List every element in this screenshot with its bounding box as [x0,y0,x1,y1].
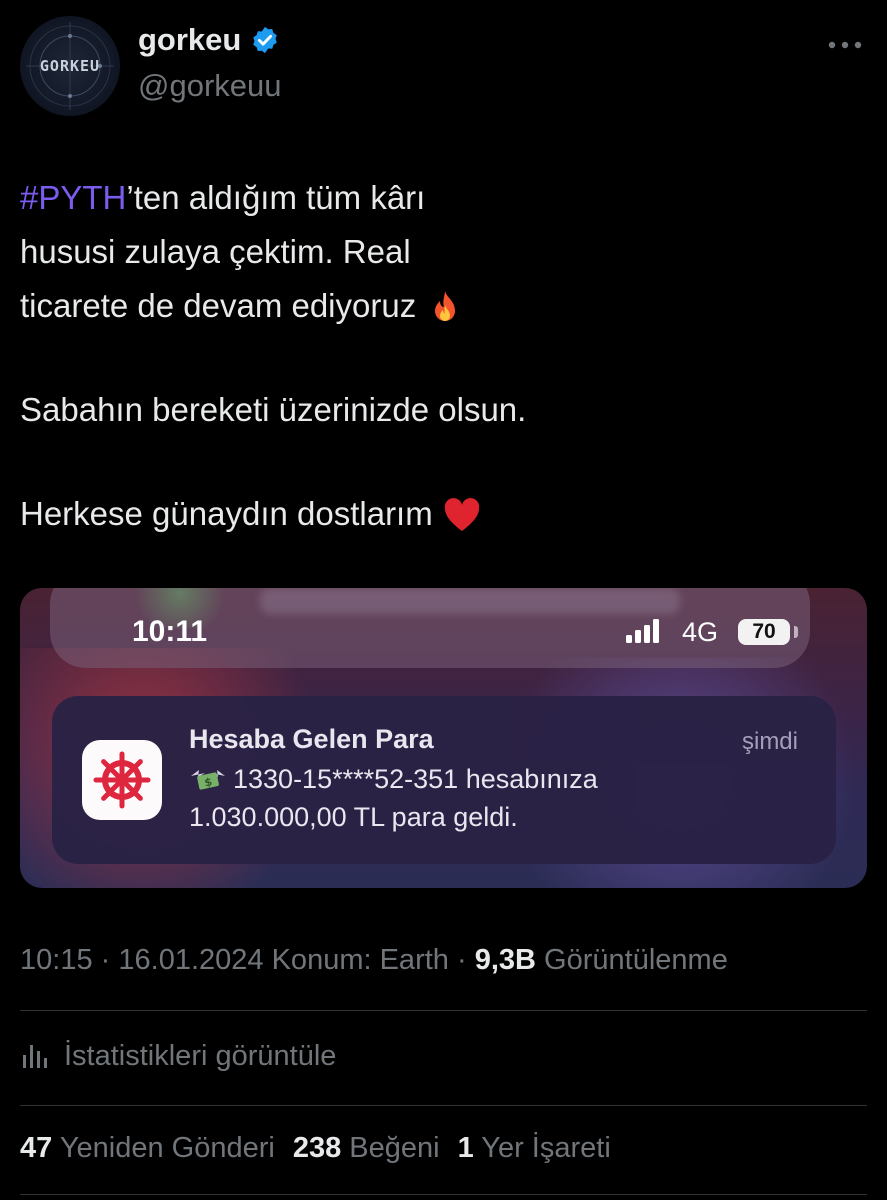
likes-label: Beğeni [349,1132,440,1164]
meta-separator: · [100,944,111,976]
tweet-paragraph-3: Herkese günaydın dostlarım [20,487,840,541]
divider [20,1105,867,1106]
notification-body-line-1: $ 1330-15****52-351 hesabınıza [189,760,598,798]
notification-body: $ 1330-15****52-351 hesabınıza 1.030.000… [189,760,598,836]
battery-nub [794,626,798,638]
notification-time: şimdi [741,728,798,755]
tweet-time[interactable]: 10:15 [20,944,93,976]
views-count: 9,3B [474,944,536,976]
bank-notification-card: Hesaba Gelen Para şimdi $ 1330-15****52-… [52,696,836,864]
engagement-counts: 47 Yeniden Gönderi 238 Beğeni 1 Yer İşaret… [20,1132,611,1165]
network-type-label: 4G [682,617,719,647]
avatar-logo-text: GORKEU [39,57,101,75]
reposts-count: 47 [20,1132,53,1164]
cellular-signal-icon [626,619,659,643]
tweet-header: GORKEU gorkeu @gorkeuu [0,0,887,130]
author-display-name[interactable]: gorkeu [138,22,280,58]
tweet-text: #PYTH’ten aldığım tüm kârı hususi zulaya… [20,171,840,541]
likes-count-link[interactable]: 238 Beğeni [293,1132,440,1164]
analytics-bar-icon [23,1045,47,1068]
bookmarks-count-link[interactable]: 1 Yer İşareti [458,1132,611,1164]
tweet-date[interactable]: 16.01.2024 [118,944,263,976]
notification-body-line-2: 1.030.000,00 TL para geldi. [189,802,518,832]
hashtag-link[interactable]: #PYTH [20,179,126,216]
ship-wheel-icon [93,751,151,809]
bank-app-icon [82,740,162,820]
notification-title: Hesaba Gelen Para [189,724,434,754]
avatar[interactable]: GORKEU [20,16,120,116]
likes-count: 238 [292,1132,342,1164]
red-heart-icon [444,498,480,532]
tweet-paragraph-3-text: Herkese günaydın dostlarım [20,495,433,532]
tweet-line-3-text: ticarete de devam ediyoruz [20,287,417,324]
fire-emoji-icon [435,291,456,322]
more-options-icon[interactable] [828,40,862,50]
display-name-text: gorkeu [138,22,242,57]
tweet-metadata: 10:15 · 16.01.2024 Konum: Earth · 9,3B G… [20,944,728,977]
tweet-location: Konum: Earth [271,944,449,976]
money-with-wings-icon: $ [191,770,225,790]
tweet-media-image[interactable]: 10:11 4G 70 Hesaba Gelen Para şimdi $ 13… [20,588,867,888]
bookmarks-label: Yer İşareti [481,1132,611,1164]
phone-status-time: 10:11 [132,615,208,648]
tweet-line-3: ticarete de devam ediyoruz [20,279,840,333]
tweet-line-2: hususi zulaya çektim. Real [20,233,411,270]
meta-separator: · [456,944,467,976]
reposts-label: Yeniden Gönderi [59,1132,275,1164]
divider [20,1194,867,1195]
battery-indicator: 70 [738,619,790,645]
verified-badge-icon [253,26,278,54]
author-handle[interactable]: @gorkeuu [138,68,282,104]
tweet-paragraph-2: Sabahın bereketi üzerinizde olsun. [20,391,527,428]
bookmarks-count: 1 [457,1132,474,1164]
view-analytics-link[interactable]: İstatistikleri görüntüle [20,1036,336,1076]
views-label: Görüntülenme [544,944,728,976]
view-analytics-label: İstatistikleri görüntüle [64,1039,337,1072]
notification-account-text: 1330-15****52-351 hesabınıza [233,764,598,794]
reposts-count-link[interactable]: 47 Yeniden Gönderi [20,1132,275,1164]
tweet-line-1: #PYTH’ten aldığım tüm kârı [20,171,840,225]
divider [20,1010,867,1011]
tweet-line-1-text: ’ten aldığım tüm kârı [126,179,426,216]
